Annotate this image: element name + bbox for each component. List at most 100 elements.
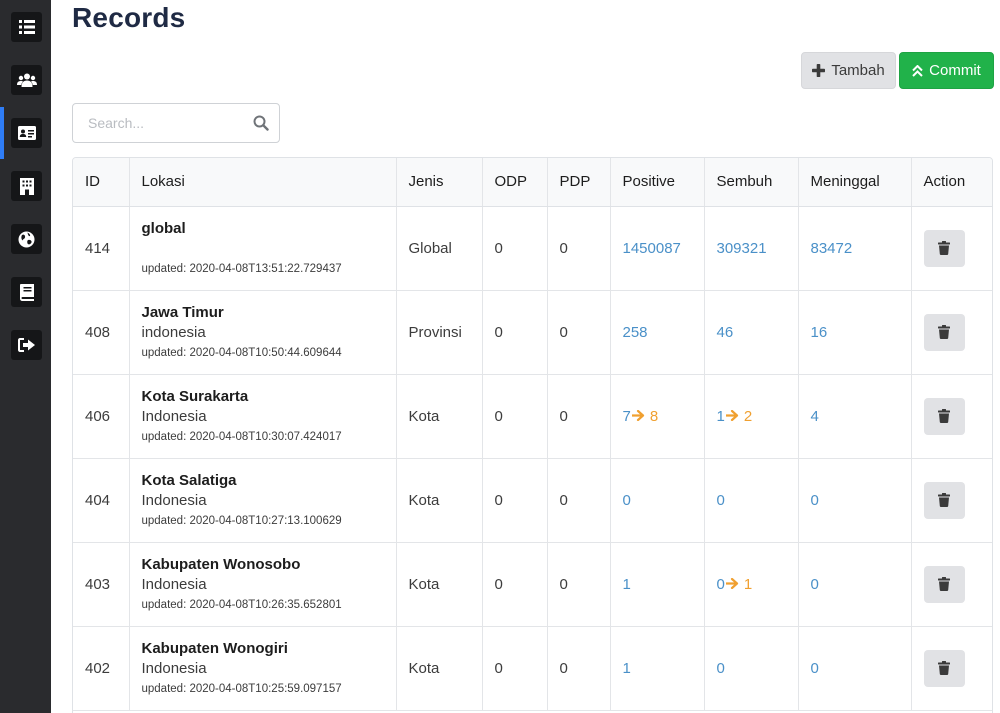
trash-icon	[938, 409, 950, 423]
positive-value[interactable]: 1	[623, 660, 631, 677]
location-country	[142, 239, 396, 259]
cell-id: 408	[73, 290, 130, 375]
cell-odp: 0	[482, 626, 548, 711]
positive-value[interactable]: 0	[623, 492, 631, 509]
cell-odp: 0	[482, 290, 548, 375]
cell-lokasi: Kabupaten Wonosobo Indonesia updated: 2020…	[129, 542, 397, 627]
cell-pdp: 0	[547, 206, 611, 291]
cell-sembuh: 12	[704, 374, 799, 459]
positive-change[interactable]: 78	[623, 408, 659, 425]
column-header-jenis[interactable]: Jenis	[396, 158, 483, 207]
sembuh-value[interactable]: 309321	[717, 240, 767, 257]
cell-lokasi: Kabupaten Wonogiri Indonesia updated: 2020…	[129, 626, 397, 711]
cell-lokasi: Kota Surakarta Indonesia updated: 2020-04-…	[129, 374, 397, 459]
cell-action	[911, 290, 992, 375]
search-icon[interactable]	[253, 115, 269, 131]
cell-action	[911, 542, 992, 627]
location-name: Kabupaten Wonosobo	[141, 556, 301, 573]
cell-action	[911, 458, 992, 543]
cell-lokasi: Jawa Timur indonesia updated: 2020-04-08T1…	[129, 290, 397, 375]
column-header-sembuh[interactable]: Sembuh	[704, 158, 799, 207]
sembuh-change[interactable]: 01	[717, 576, 753, 593]
sidebar-item-logout[interactable]	[11, 330, 42, 360]
table-row: 402 Kabupaten Wonogiri Indonesia updated: 2…	[73, 626, 992, 711]
cell-positive: 1450087	[610, 206, 705, 291]
table-row: 414 global updated: 2020-04-08T13:51:22.72…	[73, 206, 992, 291]
cell-pdp: 0	[547, 542, 611, 627]
location-country: Indonesia	[141, 660, 207, 677]
column-header-pdp[interactable]: PDP	[547, 158, 611, 207]
delete-button[interactable]	[923, 229, 965, 267]
cell-pdp: 0	[547, 290, 611, 375]
delete-button[interactable]	[923, 481, 965, 519]
sidebar-item-building[interactable]	[11, 171, 42, 201]
positive-new-value: 8	[649, 407, 659, 425]
column-header-meninggal[interactable]: Meninggal	[798, 158, 912, 207]
sidebar	[0, 0, 51, 713]
cell-sembuh: 309321	[704, 206, 799, 291]
sidebar-item-records[interactable]	[11, 118, 42, 148]
location-updated: updated: 2020-04-08T10:26:35.652801	[141, 599, 342, 611]
sembuh-value[interactable]: 0	[717, 492, 725, 509]
meninggal-value[interactable]: 4	[811, 408, 819, 425]
cell-sembuh: 46	[704, 290, 799, 375]
trash-icon	[938, 325, 950, 339]
location-updated: updated: 2020-04-08T13:51:22.729437	[141, 263, 342, 275]
meninggal-value[interactable]: 0	[811, 492, 819, 509]
sign-out-icon	[18, 338, 35, 352]
sembuh-new-value: 1	[743, 575, 753, 593]
cell-action	[911, 206, 992, 291]
delete-button[interactable]	[923, 313, 965, 351]
cell-jenis: Kota	[396, 458, 483, 543]
cell-odp: 0	[482, 374, 548, 459]
table-row: 406 Kota Surakarta Indonesia updated: 2020-…	[73, 374, 992, 459]
sembuh-value[interactable]: 46	[717, 324, 734, 341]
cell-id: 406	[73, 374, 130, 459]
search-input[interactable]	[73, 104, 279, 142]
positive-value[interactable]: 258	[623, 324, 648, 341]
location-updated: updated: 2020-04-08T10:25:59.097157	[141, 683, 342, 695]
trash-icon	[938, 577, 950, 591]
sembuh-change[interactable]: 12	[717, 408, 753, 425]
sembuh-value[interactable]: 0	[717, 660, 725, 677]
column-header-lokasi[interactable]: Lokasi	[129, 158, 397, 207]
sidebar-item-globe[interactable]	[11, 224, 42, 254]
sembuh-old-value: 0	[716, 575, 725, 593]
building-icon	[19, 177, 34, 195]
users-icon	[16, 73, 37, 87]
cell-positive: 258	[610, 290, 705, 375]
globe-icon	[18, 231, 35, 247]
positive-value[interactable]: 1	[623, 576, 631, 593]
meninggal-value[interactable]: 0	[811, 576, 819, 593]
sidebar-item-book[interactable]	[11, 277, 42, 307]
column-header-odp[interactable]: ODP	[482, 158, 548, 207]
cell-pdp: 0	[547, 374, 611, 459]
commit-button-label: Commit	[929, 62, 981, 79]
meninggal-value[interactable]: 83472	[811, 240, 853, 257]
delete-button[interactable]	[923, 649, 965, 687]
meninggal-value[interactable]: 16	[811, 324, 828, 341]
sidebar-item-list[interactable]	[11, 12, 42, 42]
cell-id: 403	[73, 542, 130, 627]
cell-jenis: Kota	[396, 542, 483, 627]
cell-lokasi: Kota Salatiga Indonesia updated: 2020-04-0…	[129, 458, 397, 543]
commit-button[interactable]: Commit	[899, 52, 994, 89]
column-header-positive[interactable]: Positive	[610, 158, 705, 207]
sidebar-item-users[interactable]	[11, 65, 42, 95]
cell-pdp: 0	[547, 626, 611, 711]
cell-positive: 78	[610, 374, 705, 459]
list-icon	[18, 20, 35, 34]
cell-meninggal: 16	[798, 290, 912, 375]
location-country: indonesia	[141, 324, 206, 341]
cell-meninggal: 0	[798, 626, 912, 711]
cell-jenis: Global	[396, 206, 483, 291]
column-header-id[interactable]: ID	[73, 158, 130, 207]
location-name: global	[141, 220, 186, 237]
meninggal-value[interactable]: 0	[811, 660, 819, 677]
delete-button[interactable]	[923, 565, 965, 603]
cell-positive: 1	[610, 626, 705, 711]
delete-button[interactable]	[923, 397, 965, 435]
positive-value[interactable]: 1450087	[623, 240, 681, 257]
tambah-button[interactable]: Tambah	[801, 52, 896, 89]
cell-jenis: Provinsi	[396, 290, 483, 375]
